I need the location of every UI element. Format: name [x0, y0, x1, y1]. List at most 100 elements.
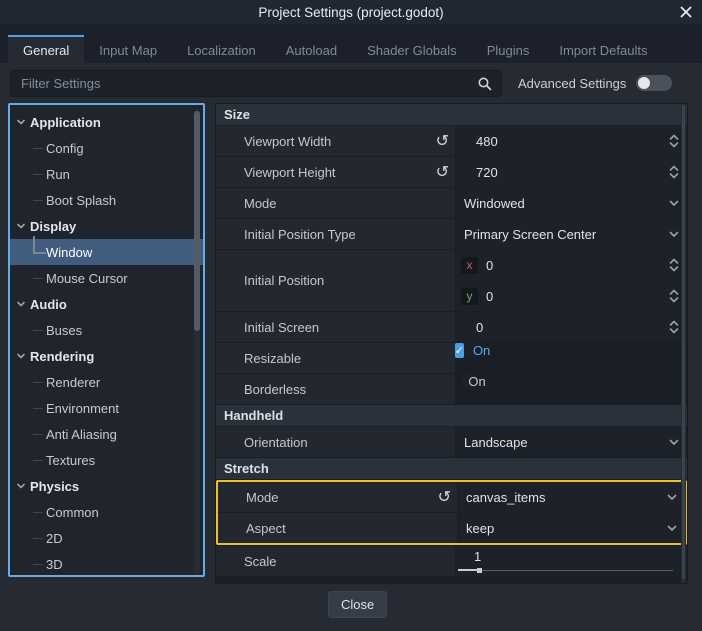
sidebar-category-application[interactable]: Application — [10, 109, 203, 135]
tab-shader-globals[interactable]: Shader Globals — [352, 35, 472, 63]
property-row-initial-screen: Initial Screen0 — [216, 312, 687, 342]
sidebar-item-anti-aliasing[interactable]: Anti Aliasing — [10, 421, 203, 447]
spinner-wrap — [668, 257, 680, 273]
slider-value: 1 — [474, 549, 481, 564]
spinner-updown-icon — [668, 133, 680, 149]
highlight-rows: Mode↺canvas_items Aspect keep — [218, 482, 685, 543]
dropdown-field[interactable]: Windowed — [456, 188, 687, 218]
sidebar-item-common[interactable]: Common — [10, 499, 203, 525]
spinner-updown-icon — [668, 288, 680, 304]
slider-fill — [458, 569, 479, 571]
x-component-field[interactable]: x0 — [456, 250, 687, 280]
sidebar-item-buses[interactable]: Buses — [10, 317, 203, 343]
sidebar-item-environment[interactable]: Environment — [10, 395, 203, 421]
sidebar-category-audio[interactable]: Audio — [10, 291, 203, 317]
sidebar-item-3d[interactable]: 3D — [10, 551, 203, 577]
value-text: Landscape — [456, 435, 528, 450]
filter-row: Advanced Settings — [0, 63, 702, 103]
chevron-wrap — [666, 491, 678, 503]
section-header-label: Size — [224, 107, 250, 122]
sidebar-item-label: Renderer — [46, 375, 100, 390]
spin-field[interactable]: 0 — [456, 312, 687, 342]
property-label: Mode — [244, 196, 277, 211]
sidebar-category-label: Rendering — [30, 349, 94, 364]
sidebar-item-config[interactable]: Config — [10, 135, 203, 161]
spin-field[interactable]: 720 — [456, 157, 687, 187]
sidebar-item-boot-splash[interactable]: Boot Splash — [10, 187, 203, 213]
sidebar-category-label: Application — [30, 115, 101, 130]
window-close-button[interactable] — [678, 4, 694, 20]
close-button[interactable]: Close — [328, 591, 387, 618]
revert-icon[interactable]: ↺ — [436, 164, 449, 180]
search-icon — [477, 76, 493, 92]
tab-plugins[interactable]: Plugins — [472, 35, 545, 63]
sidebar-item-textures[interactable]: Textures — [10, 447, 203, 473]
chevron-down-icon — [16, 221, 26, 231]
slider-field[interactable]: 1 — [456, 546, 687, 576]
property-label: Initial Position Type — [244, 227, 356, 242]
spinner-updown-icon — [668, 319, 680, 335]
section-header-size: Size — [216, 104, 687, 125]
sidebar-category-physics[interactable]: Physics — [10, 473, 203, 499]
axis-y-label: y — [461, 288, 478, 305]
checkbox-field[interactable]: On — [462, 374, 477, 389]
sidebar-item-renderer[interactable]: Renderer — [10, 369, 203, 395]
chevron-wrap — [668, 228, 680, 240]
sidebar-item-label: Window — [46, 245, 92, 260]
sidebar-item-label: Environment — [46, 401, 119, 416]
sidebar-item-label: Textures — [46, 453, 95, 468]
y-component-field[interactable]: y0 — [456, 281, 687, 311]
sidebar-item-label: 3D — [46, 557, 63, 572]
property-label: Aspect — [246, 521, 286, 536]
chevron-down-icon — [16, 351, 26, 361]
dropdown-field[interactable]: keep — [458, 513, 685, 543]
value-text: 0 — [486, 258, 493, 273]
advanced-settings-group: Advanced Settings — [518, 75, 672, 91]
toggle-knob — [638, 77, 650, 89]
window-title: Project Settings (project.godot) — [258, 5, 443, 20]
tab-bar: GeneralInput MapLocalizationAutoloadShad… — [0, 24, 702, 63]
spinner-wrap — [668, 164, 680, 180]
dropdown-field[interactable]: canvas_items — [458, 482, 685, 512]
section-header-label: Stretch — [224, 461, 269, 476]
tab-localization[interactable]: Localization — [172, 35, 271, 63]
scale-slider[interactable]: 1 — [456, 546, 687, 576]
property-label-cell: Initial Screen — [216, 312, 455, 342]
property-label-cell: Initial Position Type — [216, 219, 455, 249]
sidebar-item-2d[interactable]: 2D — [10, 525, 203, 551]
tab-autoload[interactable]: Autoload — [271, 35, 352, 63]
checkbox-field[interactable]: ✓On — [462, 343, 477, 358]
sidebar-scrollbar-thumb[interactable] — [194, 111, 200, 331]
filter-settings-input[interactable] — [11, 76, 501, 91]
dropdown-field[interactable]: Primary Screen Center — [456, 219, 687, 249]
slider-grabber[interactable] — [477, 568, 482, 573]
property-label-cell: Viewport Height ↺ — [216, 157, 455, 187]
revert-icon[interactable]: ↺ — [438, 489, 451, 505]
chevron-down-icon — [668, 228, 680, 240]
tab-input-map[interactable]: Input Map — [84, 35, 172, 63]
sidebar-item-mouse-cursor[interactable]: Mouse Cursor — [10, 265, 203, 291]
sidebar-item-label: Buses — [46, 323, 82, 338]
property-label: Resizable — [244, 351, 301, 366]
chevron-down-icon — [16, 481, 26, 491]
advanced-settings-toggle[interactable] — [636, 75, 672, 91]
checkbox-checked[interactable]: ✓ — [455, 343, 464, 358]
revert-icon[interactable]: ↺ — [436, 133, 449, 149]
sidebar-category-rendering[interactable]: Rendering — [10, 343, 203, 369]
chevron-down-icon — [668, 197, 680, 209]
property-label-cell: Mode↺ — [218, 482, 457, 512]
sidebar-item-run[interactable]: Run — [10, 161, 203, 187]
property-row-mode: Mode Windowed — [216, 188, 687, 218]
property-label: Viewport Height — [244, 165, 336, 180]
sidebar-item-window[interactable]: Window — [10, 239, 203, 265]
sidebar-category-label: Display — [30, 219, 76, 234]
tab-general[interactable]: General — [8, 35, 84, 63]
dropdown-field[interactable]: Landscape — [456, 427, 687, 457]
chevron-down-icon — [668, 436, 680, 448]
property-label: Scale — [244, 554, 277, 569]
tab-import-defaults[interactable]: Import Defaults — [544, 35, 662, 63]
main-scrollbar-thumb[interactable] — [682, 105, 685, 579]
property-label-cell: Resizable — [216, 343, 455, 373]
property-row-resizable: Resizable ✓On — [216, 343, 687, 373]
spin-field[interactable]: 480 — [456, 126, 687, 156]
